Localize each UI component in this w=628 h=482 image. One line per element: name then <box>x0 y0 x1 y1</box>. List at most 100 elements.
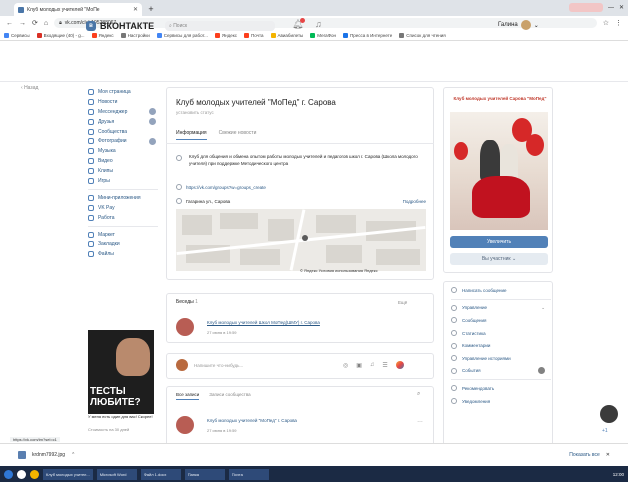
action-manage[interactable]: Управление ⌄ <box>451 302 551 315</box>
vk-logo-icon: в <box>86 21 96 31</box>
chat-icon <box>451 317 457 324</box>
sidebar-item-friends[interactable]: Друзья <box>88 117 158 127</box>
website-row[interactable]: https://vk.com/groups?w=groups_create <box>176 184 266 190</box>
back-link[interactable]: ‹ Назад <box>21 85 38 91</box>
chat-title-link[interactable]: Клуб молодых учителей Школ МоПед(ШМУ) г.… <box>207 320 320 325</box>
chat-avatar[interactable] <box>176 318 194 336</box>
bookmark-item[interactable]: Яндекс <box>214 32 237 38</box>
files-icon <box>88 251 94 258</box>
sidebar-item-photos[interactable]: Фотографии <box>88 136 158 146</box>
close-window-icon[interactable]: ✕ <box>619 4 624 11</box>
chats-all-link[interactable]: Ещё <box>398 300 407 305</box>
sidebar-item-messenger[interactable]: Мессенджер <box>88 107 158 117</box>
notifications-bell-icon[interactable]: 🔔︎ <box>292 18 306 30</box>
bookmark-item[interactable]: Список для чтения <box>399 32 446 38</box>
promo-image[interactable]: ТЕСТЫ ЛЮБИТЕ? <box>88 330 154 414</box>
vk-logo[interactable]: в ВКОНТАКТЕ <box>86 21 154 31</box>
action-notifications[interactable]: Уведомления <box>451 395 551 408</box>
sidebar-item-bookmarks[interactable]: Закладки <box>88 239 158 249</box>
sidebar-item-vk-pay[interactable]: VK Pay <box>88 203 158 213</box>
sidebar-item-video[interactable]: Видео <box>88 156 158 166</box>
music-icon[interactable]: ♫ <box>315 19 322 29</box>
bookmark-item[interactable]: Входящие (40) - g... <box>36 32 85 38</box>
post-author[interactable]: Клуб молодых учителей "МоПед" г. Сарова <box>207 418 297 423</box>
back-arrow-icon[interactable]: ← <box>6 20 13 27</box>
search-icon[interactable]: ⌕ <box>417 391 420 398</box>
chrome-icon[interactable] <box>30 469 39 479</box>
bookmark-item[interactable]: Сервисы <box>4 32 30 38</box>
home-icon[interactable]: ⌂ <box>44 20 48 27</box>
tab-info[interactable]: Информация <box>176 130 207 140</box>
menu-icon[interactable]: ⋮ <box>615 19 622 27</box>
search-icon[interactable] <box>17 469 26 479</box>
taskbar-item[interactable]: Почта <box>228 468 269 480</box>
star-icon[interactable]: ☆ <box>603 19 609 27</box>
bookmark-item[interactable]: Авиабилеты <box>270 32 303 38</box>
address-more-link[interactable]: Подробнее <box>403 199 426 204</box>
games-icon <box>88 177 94 184</box>
bookmark-item[interactable]: Пресса в Интернете <box>343 32 392 38</box>
download-filename[interactable]: krdnm7992.jpg <box>32 452 65 458</box>
taskbar-item[interactable]: Microsoft Word <box>96 468 137 480</box>
action-events[interactable]: События <box>451 365 551 378</box>
bookmark-item[interactable]: Настройки <box>120 32 150 38</box>
video-icon[interactable]: ▣ <box>356 362 362 369</box>
action-recommend[interactable]: Рекомендовать <box>451 382 551 395</box>
set-status-link[interactable]: установить статус <box>176 110 214 115</box>
user-menu[interactable]: Галина ⌄ <box>498 20 539 30</box>
minimize-icon[interactable]: — <box>608 5 614 11</box>
article-icon[interactable]: ☰ <box>382 362 387 369</box>
bookmark-item[interactable]: Почта <box>244 32 264 38</box>
sidebar-item-mini-apps[interactable]: Мини-приложения <box>88 193 158 203</box>
more-icon[interactable]: … <box>417 418 423 424</box>
profile-badge[interactable] <box>568 3 603 12</box>
action-statistics[interactable]: Статистика <box>451 327 551 340</box>
sidebar-item-jobs[interactable]: Работа <box>88 213 158 223</box>
group-cover-image[interactable] <box>450 112 548 230</box>
website-link[interactable]: https://vk.com/groups?w=groups_create <box>186 185 266 190</box>
taskbar-item[interactable]: Клуб молодых учител... <box>43 468 93 480</box>
member-status-button[interactable]: Вы участник ⌄ <box>450 253 548 265</box>
sidebar-item-games[interactable]: Игры <box>88 176 158 186</box>
new-tab-button[interactable]: + <box>146 4 156 14</box>
map[interactable] <box>176 209 426 271</box>
post-avatar[interactable] <box>176 416 194 434</box>
music-icon[interactable]: ♫ <box>370 362 375 368</box>
reload-icon[interactable]: ⟳ <box>32 19 38 27</box>
sidebar-item-market[interactable]: Маркет <box>88 230 158 240</box>
subscribe-button[interactable]: Увеличить <box>450 236 548 248</box>
bookmark-item[interactable]: МегаФон <box>310 32 336 38</box>
action-comments[interactable]: Комментарии <box>451 339 551 352</box>
action-messages[interactable]: Сообщения <box>451 314 551 327</box>
browser-tab[interactable]: Клуб молодых учителей "МоПе ✕ <box>14 3 142 16</box>
tab-news[interactable]: Свежие новости <box>219 130 257 140</box>
promo-caption[interactable]: У меня есть один для вас! Скорее! <box>88 414 154 419</box>
action-write-message[interactable]: Написать сообщение <box>451 284 551 297</box>
close-icon[interactable]: ✕ <box>606 452 610 458</box>
chevron-up-icon[interactable]: ⌃ <box>71 452 75 458</box>
close-tab-icon[interactable]: ✕ <box>133 6 138 13</box>
bookmark-item[interactable]: Сервисы для работ... <box>156 32 208 38</box>
compose-input[interactable]: Напишите что-нибудь... <box>194 363 243 368</box>
chat-bubble-avatar[interactable] <box>600 405 618 423</box>
sidebar-item-communities[interactable]: Сообщества <box>88 127 158 137</box>
yandex-icon <box>91 32 97 38</box>
search-input[interactable]: ⌕ Поиск <box>165 21 275 31</box>
show-all-downloads[interactable]: Показать все <box>569 452 600 458</box>
forward-arrow-icon[interactable]: → <box>19 20 26 27</box>
tab-all-posts[interactable]: Все записи <box>176 392 200 400</box>
bookmark-item[interactable]: Яндекс <box>91 32 114 38</box>
sidebar-item-news[interactable]: Новости <box>88 97 158 107</box>
vk-donut-icon[interactable] <box>395 361 404 369</box>
sidebar-item-my-page[interactable]: Моя страница <box>88 87 158 97</box>
taskbar-item[interactable]: Файл 1.docx <box>140 468 181 480</box>
start-icon[interactable] <box>4 469 13 479</box>
camera-icon[interactable]: ◎ <box>343 362 348 369</box>
cover-title: Клуб молодых учителей Сарова "МоПед" <box>453 96 547 101</box>
sidebar-item-files[interactable]: Файлы <box>88 249 158 259</box>
sidebar-item-clips[interactable]: Клипы <box>88 166 158 176</box>
sidebar-item-music[interactable]: Музыка <box>88 146 158 156</box>
taskbar-item[interactable]: Папка <box>184 468 225 480</box>
tab-community-posts[interactable]: Записи сообщества <box>209 392 250 400</box>
action-manage-stories[interactable]: Управление историями <box>451 352 551 365</box>
